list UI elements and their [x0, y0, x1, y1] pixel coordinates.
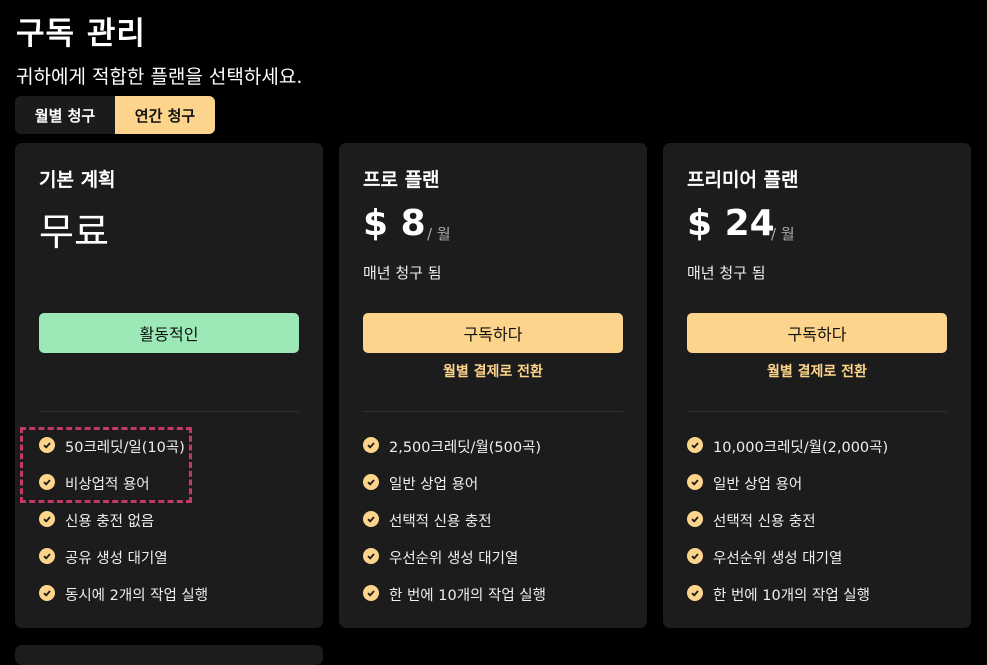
feature-label: 2,500크레딧/월(500곡)	[389, 440, 542, 456]
billing-note: 매년 청구 됨	[363, 264, 442, 282]
feature-label: 우선순위 생성 대기열	[713, 551, 843, 567]
plan-card-basic: 기본 계획 무료 활동적인 50크레딧/일(10곡) 비상업적 용어 신용 충전…	[15, 143, 323, 628]
divider	[687, 411, 947, 412]
plan-card-premier: 프리미어 플랜 $ 24 / 월 매년 청구 됨 구독하다 월별 결제로 전환 …	[663, 143, 971, 628]
check-icon	[39, 585, 55, 601]
page-subtitle: 귀하에게 적합한 플랜을 선택하세요.	[16, 66, 303, 88]
check-icon	[363, 585, 379, 601]
check-icon	[687, 474, 703, 490]
feature-item: 한 번에 10개의 작업 실행	[363, 584, 546, 621]
switch-monthly-link[interactable]: 월별 결제로 전환	[663, 361, 971, 381]
price-period: / 월	[771, 225, 795, 243]
feature-label: 우선순위 생성 대기열	[389, 551, 519, 567]
feature-item: 2,500크레딧/월(500곡)	[363, 436, 546, 473]
feature-label: 10,000크레딧/월(2,000곡)	[713, 440, 889, 456]
feature-item: 선택적 신용 충전	[363, 510, 546, 547]
plan-price: 무료	[39, 210, 109, 254]
plan-name: 프로 플랜	[363, 169, 440, 191]
check-icon	[39, 548, 55, 564]
plan-name: 기본 계획	[39, 169, 116, 191]
yearly-billing-tab[interactable]: 연간 청구	[115, 96, 215, 134]
feature-item: 선택적 신용 충전	[687, 510, 888, 547]
feature-label: 선택적 신용 충전	[389, 514, 492, 530]
feature-label: 일반 상업 용어	[713, 477, 803, 493]
check-icon	[39, 511, 55, 527]
subscribe-button[interactable]: 구독하다	[687, 313, 947, 353]
check-icon	[363, 437, 379, 453]
check-icon	[687, 585, 703, 601]
plan-name: 프리미어 플랜	[687, 169, 799, 191]
feature-list: 2,500크레딧/월(500곡) 일반 상업 용어 선택적 신용 충전 우선순위…	[363, 436, 546, 621]
page-title: 구독 관리	[16, 16, 146, 52]
check-icon	[687, 511, 703, 527]
active-plan-button[interactable]: 활동적인	[39, 313, 299, 353]
check-icon	[363, 474, 379, 490]
subscribe-button[interactable]: 구독하다	[363, 313, 623, 353]
billing-toggle: 월별 청구 연간 청구	[15, 96, 215, 134]
feature-item: 동시에 2개의 작업 실행	[39, 584, 208, 621]
feature-label: 한 번에 10개의 작업 실행	[713, 588, 870, 604]
feature-label: 동시에 2개의 작업 실행	[65, 588, 209, 604]
feature-item: 10,000크레딧/월(2,000곡)	[687, 436, 888, 473]
plan-price: $ 24	[687, 203, 775, 244]
check-icon	[363, 511, 379, 527]
feature-item: 공유 생성 대기열	[39, 547, 208, 584]
next-card-edge	[15, 645, 323, 665]
billing-note: 매년 청구 됨	[687, 264, 766, 282]
feature-label: 일반 상업 용어	[389, 477, 479, 493]
price-period: / 월	[427, 225, 451, 243]
highlight-annotation-box	[20, 427, 192, 503]
feature-item: 한 번에 10개의 작업 실행	[687, 584, 888, 621]
feature-label: 신용 충전 없음	[65, 514, 155, 530]
feature-list: 10,000크레딧/월(2,000곡) 일반 상업 용어 선택적 신용 충전 우…	[687, 436, 888, 621]
plan-card-pro: 프로 플랜 $ 8 / 월 매년 청구 됨 구독하다 월별 결제로 전환 2,5…	[339, 143, 647, 628]
feature-item: 우선순위 생성 대기열	[363, 547, 546, 584]
feature-label: 선택적 신용 충전	[713, 514, 816, 530]
switch-monthly-link[interactable]: 월별 결제로 전환	[339, 361, 647, 381]
plan-price: $ 8	[363, 203, 426, 244]
divider	[363, 411, 623, 412]
divider	[39, 411, 299, 412]
feature-label: 공유 생성 대기열	[65, 551, 168, 567]
feature-item: 일반 상업 용어	[687, 473, 888, 510]
check-icon	[687, 437, 703, 453]
check-icon	[687, 548, 703, 564]
feature-label: 한 번에 10개의 작업 실행	[389, 588, 546, 604]
feature-item: 신용 충전 없음	[39, 510, 208, 547]
monthly-billing-tab[interactable]: 월별 청구	[15, 96, 115, 134]
feature-item: 일반 상업 용어	[363, 473, 546, 510]
feature-item: 우선순위 생성 대기열	[687, 547, 888, 584]
check-icon	[363, 548, 379, 564]
